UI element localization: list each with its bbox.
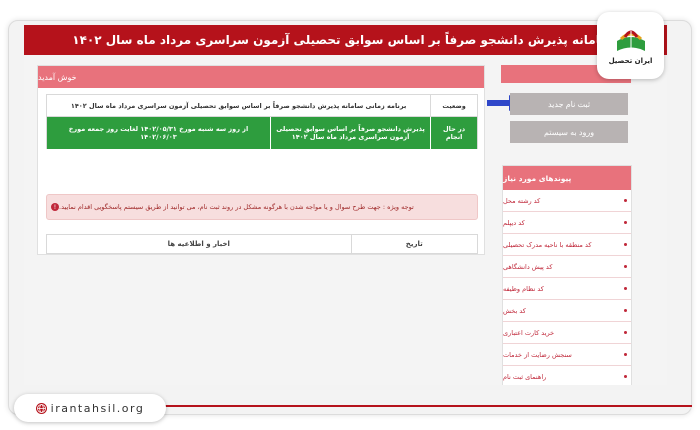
date-range-cell: از روز سه شنبه مورخ ۱۴۰۲/۰۵/۳۱ لغایت روز… bbox=[47, 117, 270, 149]
link-item[interactable]: کد نظام وظیفه bbox=[503, 278, 631, 300]
schedule-row: از روز سه شنبه مورخ ۱۴۰۲/۰۵/۳۱ لغایت روز… bbox=[47, 117, 477, 149]
notice-box: توجه ویژه : جهت طرح سوال و یا مواجه شدن … bbox=[46, 194, 478, 220]
link-item[interactable]: کد بخش bbox=[503, 300, 631, 322]
links-panel: پیوندهای مورد نیاز کد رشته محل کد دیپلم … bbox=[502, 165, 632, 385]
notice-text: توجه ویژه : جهت طرح سوال و یا مواجه شدن … bbox=[59, 203, 414, 211]
link-item[interactable]: کد دیپلم bbox=[503, 212, 631, 234]
news-table: اخبار و اطلاعیه ها تاریخ bbox=[46, 234, 478, 254]
welcome-heading: خوش آمدید bbox=[38, 66, 484, 88]
site-header: سامانه پذیرش دانشجو صرفاً بر اساس سوابق … bbox=[24, 25, 667, 55]
schedule-table: برنامه زمانی سامانه پذیرش دانشجو صرفاً ب… bbox=[46, 94, 478, 149]
date-header: تاریخ bbox=[350, 235, 477, 253]
browser-screen: سامانه پذیرش دانشجو صرفاً بر اساس سوابق … bbox=[24, 25, 667, 385]
globe-icon bbox=[35, 402, 47, 414]
link-item[interactable]: کد رشته محل bbox=[503, 190, 631, 212]
schedule-header-row: برنامه زمانی سامانه پذیرش دانشجو صرفاً ب… bbox=[47, 95, 477, 117]
link-item[interactable]: کد پیش دانشگاهی bbox=[503, 256, 631, 278]
site-title: سامانه پذیرش دانشجو صرفاً بر اساس سوابق … bbox=[72, 33, 612, 47]
welcome-panel: خوش آمدید برنامه زمانی سامانه پذیرش دانش… bbox=[37, 65, 485, 255]
description-cell: پذیرش دانشجو صرفاً بر اساس سوابق تحصیلی … bbox=[269, 117, 431, 149]
website-url: irantahsil.org bbox=[50, 401, 145, 415]
footer-line bbox=[140, 405, 692, 407]
login-button[interactable]: ورود به سیستم bbox=[510, 121, 628, 143]
program-header: برنامه زمانی سامانه پذیرش دانشجو صرفاً ب… bbox=[70, 101, 407, 110]
links-heading: پیوندهای مورد نیاز bbox=[503, 166, 631, 190]
register-button[interactable]: ثبت نام جدید bbox=[510, 93, 628, 115]
book-logo-icon bbox=[616, 30, 645, 51]
link-item[interactable]: سنجش رضایت از خدمات bbox=[503, 344, 631, 366]
brand-logo: ایران تحصیل bbox=[597, 12, 664, 79]
link-item[interactable]: خرید کارت اعتباری bbox=[503, 322, 631, 344]
link-item[interactable]: کد منطقه با ناحیه مدرک تحصیلی bbox=[503, 234, 631, 256]
status-badge: در حال انجام bbox=[430, 117, 477, 149]
logo-text: ایران تحصیل bbox=[608, 56, 653, 65]
news-header: اخبار و اطلاعیه ها bbox=[167, 240, 230, 248]
website-badge: irantahsil.org bbox=[14, 394, 166, 422]
link-item[interactable]: راهنمای ثبت نام bbox=[503, 366, 631, 385]
info-icon: ! bbox=[51, 203, 59, 211]
status-header: وضعیت bbox=[430, 95, 477, 116]
